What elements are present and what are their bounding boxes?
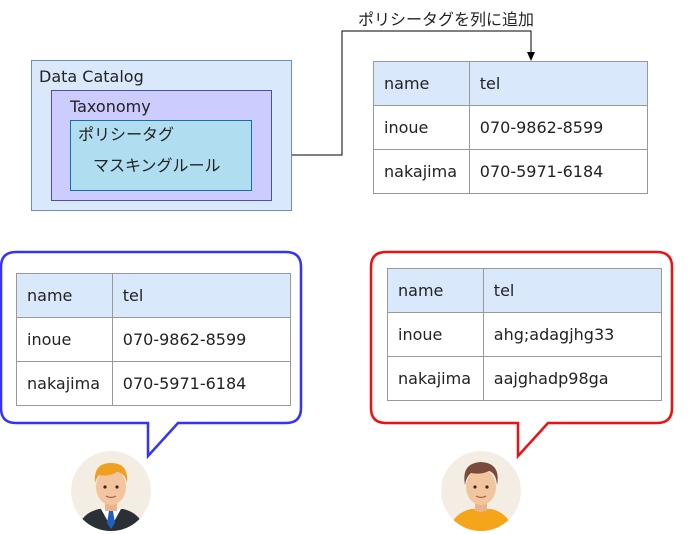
header-cell: name xyxy=(387,268,484,313)
table-row: nakajima aajghadp98ga xyxy=(387,356,663,401)
table-cell: inoue xyxy=(387,312,484,357)
header-cell: tel xyxy=(482,268,663,313)
table-header-row: name tel xyxy=(387,268,663,313)
table-cell: ahg;adagjhg33 xyxy=(482,312,663,357)
table-cell: aajghadp98ga xyxy=(482,356,663,401)
casual-user-avatar-icon xyxy=(441,451,521,531)
table-row: inoue ahg;adagjhg33 xyxy=(387,312,663,357)
table-cell: nakajima xyxy=(387,356,484,401)
businessman-avatar-icon xyxy=(71,451,151,531)
right-table: name tel inoue ahg;adagjhg33 nakajima aa… xyxy=(387,268,663,401)
